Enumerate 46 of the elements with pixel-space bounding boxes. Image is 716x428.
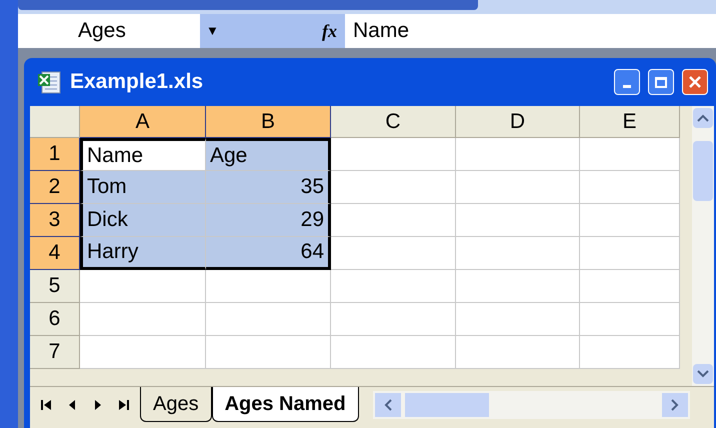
scroll-down-button[interactable] [693, 364, 713, 384]
function-label[interactable]: fx [322, 18, 337, 44]
row-header[interactable]: 6 [30, 303, 80, 336]
row-header[interactable]: 3 [30, 204, 80, 237]
table-cell: Age [206, 138, 331, 171]
horizontal-scrollbar[interactable] [372, 390, 690, 418]
name-box[interactable]: Ages [18, 14, 200, 48]
row-header[interactable]: 2 [30, 171, 80, 204]
table-cell: 35 [206, 171, 331, 204]
first-sheet-icon[interactable] [40, 398, 52, 410]
close-icon [688, 75, 702, 89]
table-cell: Tom [80, 171, 206, 204]
scroll-thumb[interactable] [693, 141, 713, 201]
row-header[interactable]: 7 [30, 336, 80, 369]
close-button[interactable] [682, 69, 708, 95]
column-header[interactable]: D [456, 106, 580, 138]
scroll-up-button[interactable] [693, 108, 713, 128]
name-box-dropdown[interactable]: ▼ [206, 21, 219, 41]
column-header[interactable]: B [206, 106, 331, 138]
table-cell: Name [80, 138, 206, 171]
row-header[interactable]: 4 [30, 237, 80, 270]
window-title: Example1.xls [70, 69, 204, 96]
scroll-left-button[interactable] [374, 392, 401, 416]
column-header[interactable]: A [80, 106, 206, 138]
table-cell: Harry [80, 237, 206, 270]
table-cell: 29 [206, 204, 331, 237]
sheet-tab[interactable]: Ages Named [212, 387, 359, 422]
row-header[interactable]: 5 [30, 270, 80, 303]
row-header[interactable]: 1 [30, 138, 80, 171]
chevron-up-icon [697, 114, 709, 122]
sheet-tab[interactable]: Ages [140, 387, 212, 422]
minimize-button[interactable] [614, 69, 640, 95]
column-header[interactable]: C [331, 106, 456, 138]
scroll-right-button[interactable] [662, 392, 688, 416]
table-cell: 64 [206, 237, 331, 270]
spreadsheet-file-icon [36, 69, 62, 95]
chevron-left-icon [384, 398, 392, 410]
last-sheet-icon[interactable] [118, 398, 130, 410]
table-cell: Dick [80, 204, 206, 237]
formula-field[interactable]: Name [345, 14, 716, 48]
maximize-button[interactable] [648, 69, 674, 95]
vertical-scrollbar[interactable] [692, 106, 714, 386]
column-header[interactable]: E [580, 106, 680, 138]
chevron-right-icon [671, 398, 679, 410]
chevron-down-icon [697, 370, 709, 378]
scroll-thumb[interactable] [404, 392, 489, 416]
